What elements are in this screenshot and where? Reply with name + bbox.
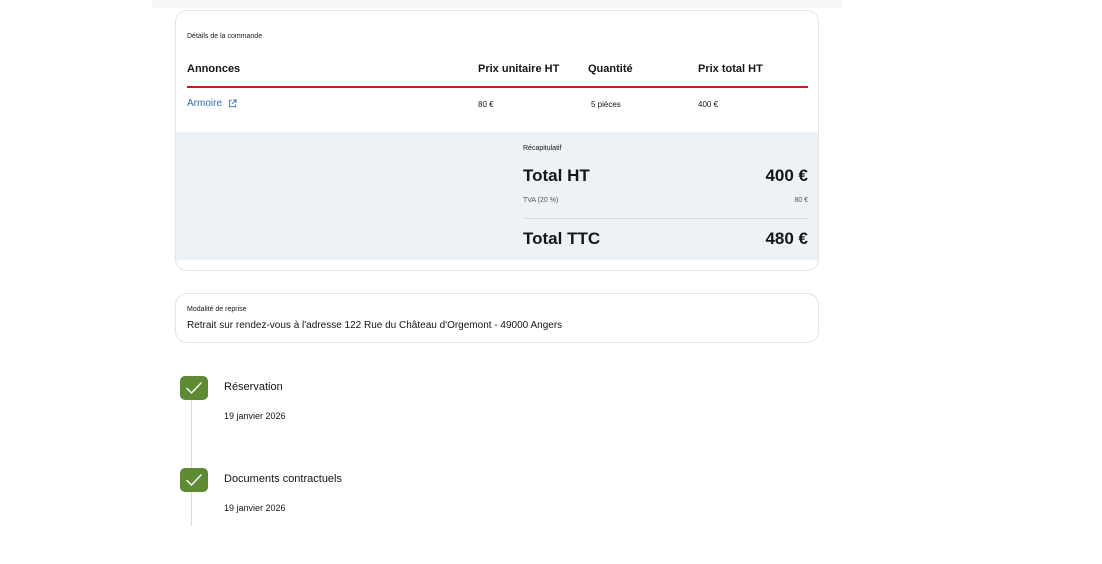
column-header-total-price: Prix total HT	[698, 63, 763, 75]
timeline-connector	[191, 398, 192, 526]
total-ht-row: Total HT 400 €	[523, 166, 808, 188]
step-date: 19 janvier 2026	[224, 411, 286, 421]
pickup-method-card: Modalité de reprise Retrait sur rendez-v…	[175, 293, 819, 343]
external-link-icon	[228, 99, 237, 108]
order-summary: Récapitulatif Total HT 400 € TVA (20 %) …	[176, 132, 818, 260]
column-header-annonces: Annonces	[187, 63, 241, 75]
total-price-cell: 400 €	[698, 100, 719, 109]
step-title: Réservation	[224, 381, 283, 393]
section-title: Détails de la commande	[187, 33, 263, 40]
total-ttc-row: Total TTC 480 €	[523, 229, 808, 251]
column-header-unit-price: Prix unitaire HT	[478, 63, 560, 75]
total-ttc-value: 480 €	[765, 229, 808, 248]
tva-label: TVA (20 %)	[523, 197, 559, 204]
unit-price-cell: 80 €	[478, 100, 494, 109]
column-header-quantity: Quantité	[588, 63, 633, 75]
pickup-address: Retrait sur rendez-vous à l'adresse 122 …	[187, 320, 563, 331]
annonce-link[interactable]: Armoire	[187, 98, 237, 109]
quantity-cell: 5 pièces	[591, 100, 621, 109]
table-row: Armoire 80 € 5 pièces 400 €	[187, 98, 808, 116]
top-divider	[152, 0, 842, 8]
tva-row: TVA (20 %) 80 €	[523, 197, 808, 209]
summary-divider	[523, 218, 808, 219]
step-date: 19 janvier 2026	[224, 503, 286, 513]
check-icon	[180, 468, 208, 492]
total-ht-value: 400 €	[765, 166, 808, 185]
total-ttc-label: Total TTC	[523, 229, 601, 248]
step-title: Documents contractuels	[224, 473, 342, 485]
check-icon	[180, 376, 208, 400]
summary-label: Récapitulatif	[523, 145, 562, 152]
tva-value: 80 €	[794, 197, 808, 204]
total-ht-label: Total HT	[523, 166, 590, 185]
pickup-label: Modalité de reprise	[187, 306, 247, 313]
annonce-link-label: Armoire	[187, 98, 223, 109]
table-header: Annonces Prix unitaire HT Quantité Prix …	[187, 63, 808, 88]
order-details-card: Détails de la commande Annonces Prix uni…	[175, 10, 819, 271]
